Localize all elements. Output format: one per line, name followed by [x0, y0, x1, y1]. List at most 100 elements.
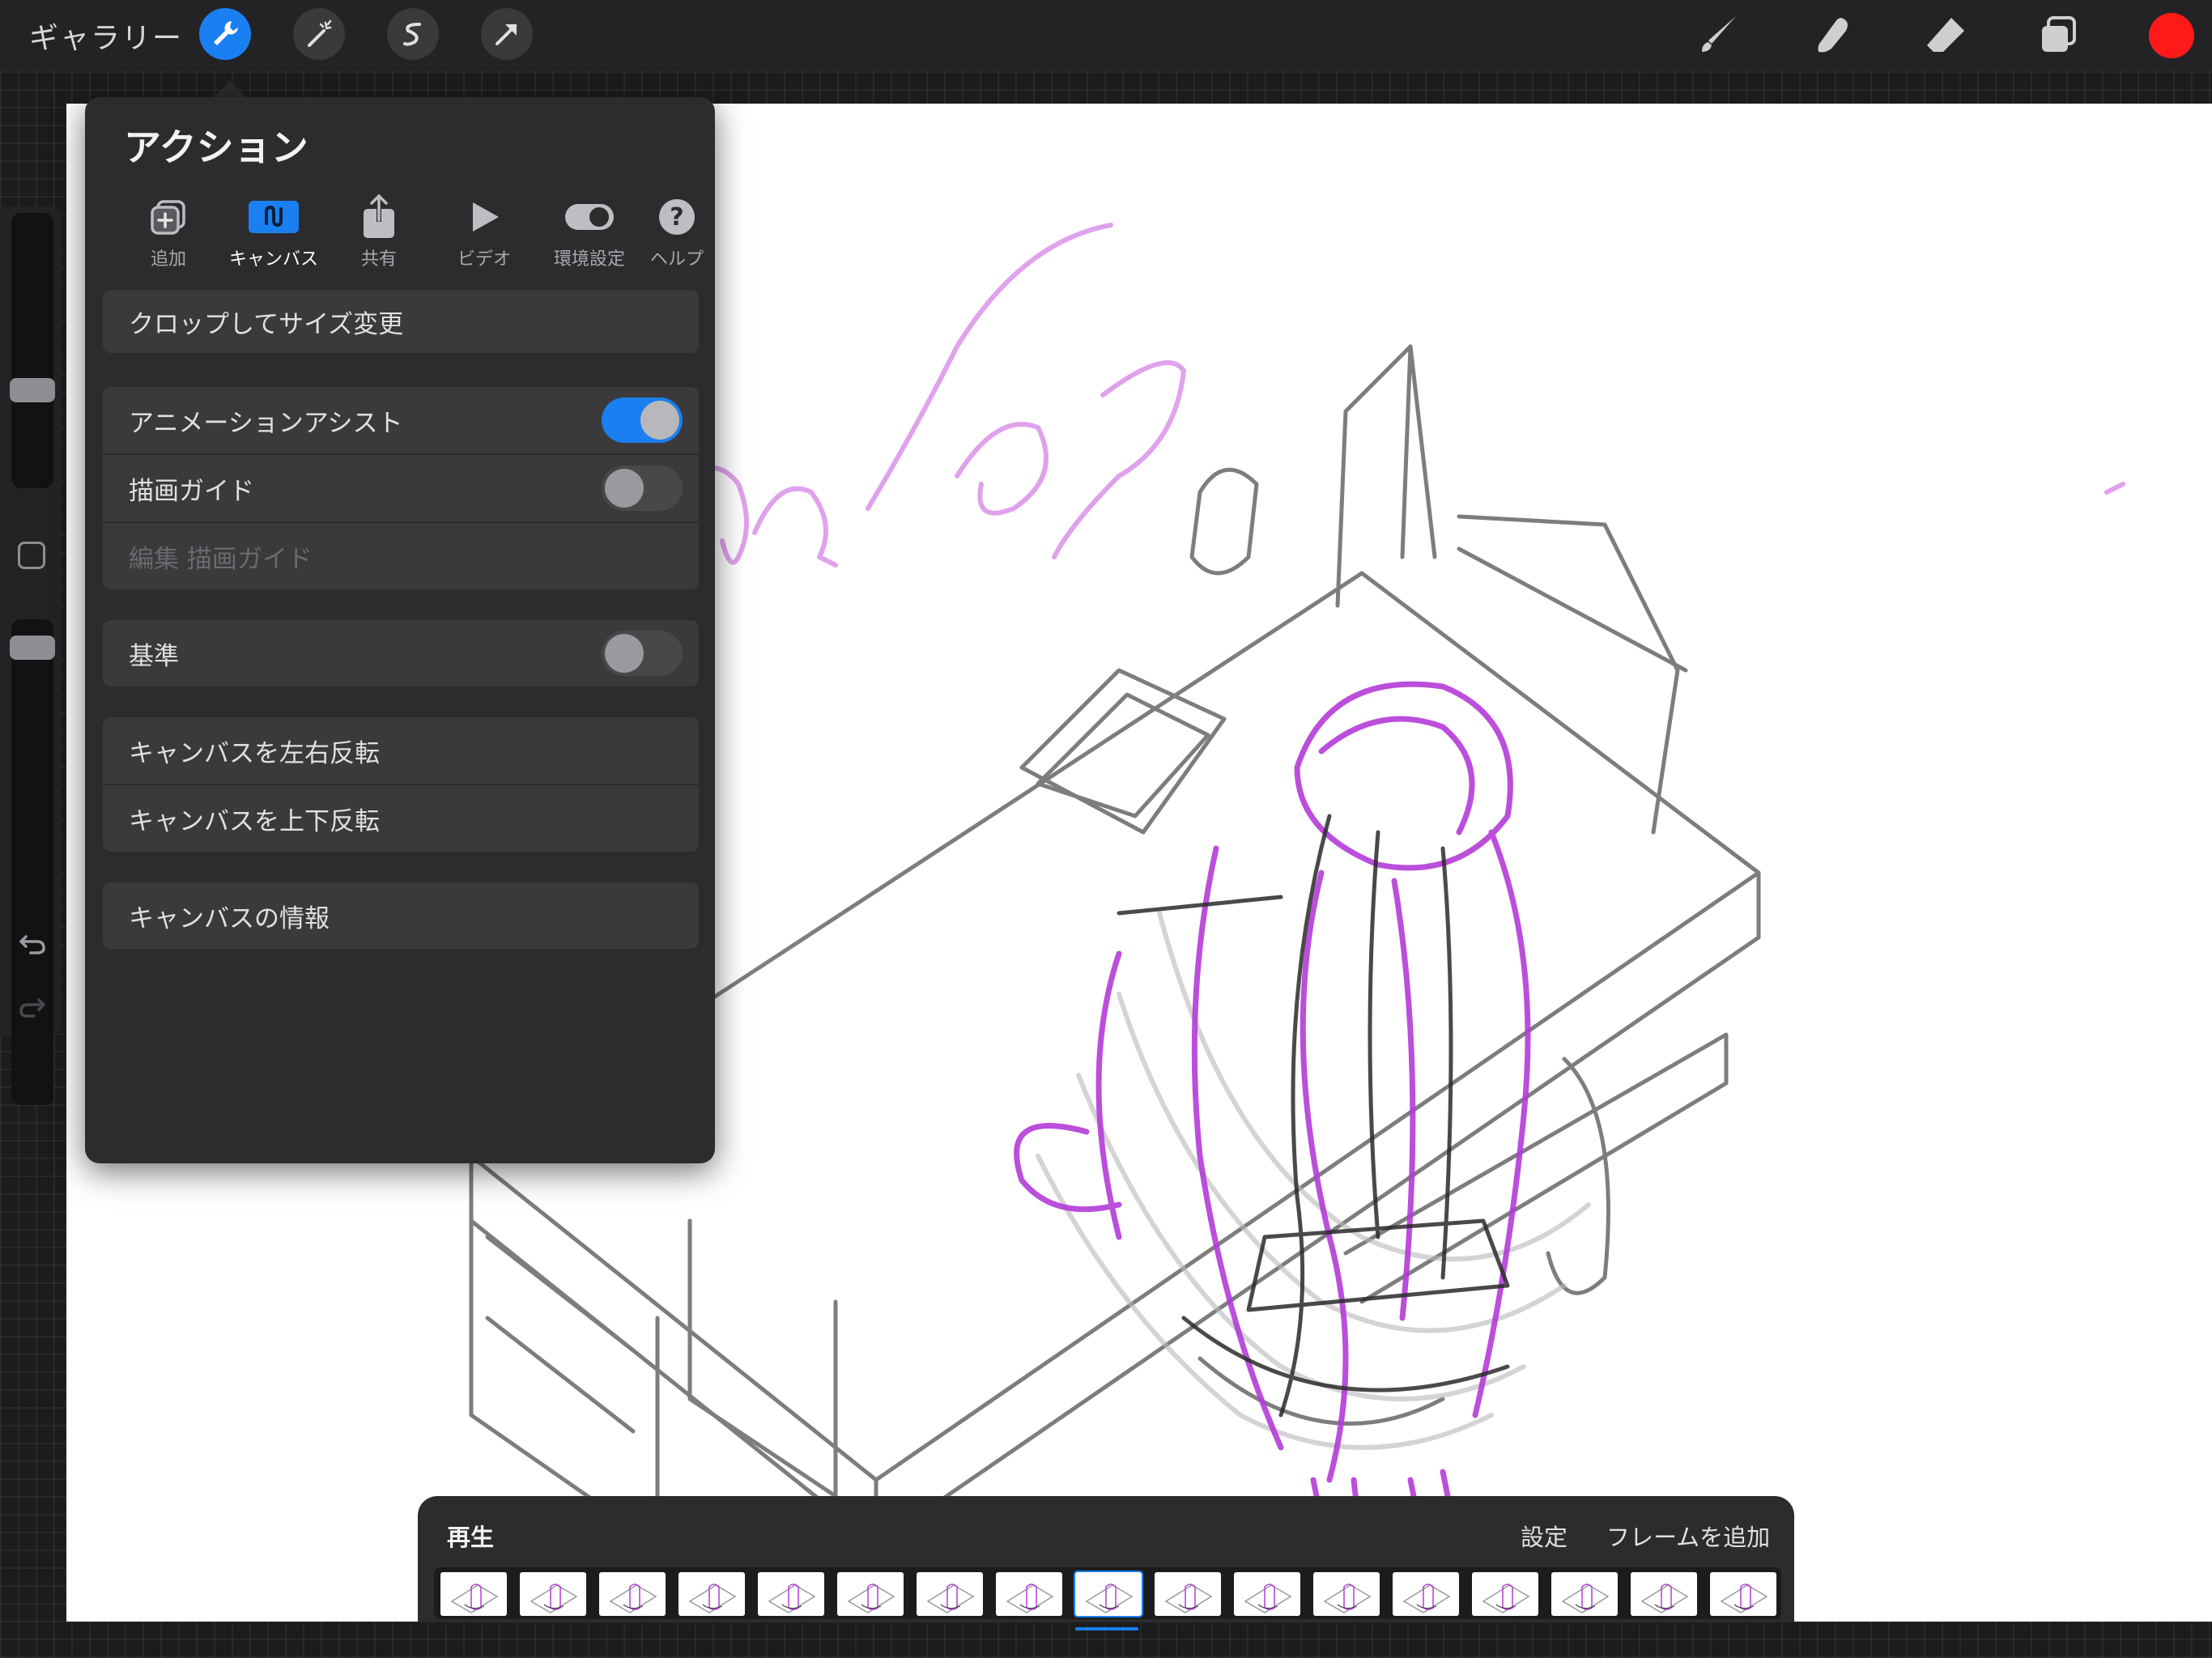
frame-preview	[1164, 1584, 1213, 1613]
undo-icon[interactable]	[16, 927, 49, 959]
tab-canvas[interactable]: キャンバス	[221, 193, 326, 274]
tab-label: ビデオ	[457, 249, 511, 270]
frame-thumbnail[interactable]	[1631, 1572, 1697, 1616]
frame-preview	[1244, 1584, 1292, 1613]
brush-size-thumb[interactable]	[10, 378, 55, 402]
row-label: 描画ガイド	[129, 476, 254, 506]
layers-icon	[2042, 16, 2076, 52]
frame-strip	[434, 1567, 1781, 1619]
frame-thumbnail[interactable]	[1710, 1572, 1776, 1616]
reference-toggle[interactable]	[602, 631, 683, 676]
brush-size-slider[interactable]	[10, 213, 55, 488]
frame-thumbnail[interactable]	[837, 1572, 904, 1616]
tab-video[interactable]: ビデオ	[432, 193, 537, 274]
opacity-slider[interactable]	[10, 619, 55, 1105]
current-frame-indicator	[1075, 1627, 1138, 1630]
play-button[interactable]: 再生	[447, 1519, 494, 1553]
redo-icon[interactable]	[16, 990, 49, 1022]
add-image-icon	[151, 200, 185, 235]
row-label: キャンバスを上下反転	[129, 806, 380, 836]
frame-thumbnail[interactable]	[599, 1572, 666, 1616]
frame-preview	[1323, 1584, 1372, 1613]
frame-thumbnail[interactable]	[1075, 1572, 1142, 1616]
reference-row[interactable]: 基準	[103, 620, 699, 687]
frame-thumbnail[interactable]	[996, 1572, 1062, 1616]
color-picker-button[interactable]	[2149, 13, 2194, 58]
opacity-thumb[interactable]	[10, 636, 55, 660]
frame-preview	[609, 1584, 657, 1613]
frame-preview	[1085, 1584, 1134, 1613]
drawing-guide-toggle[interactable]	[602, 466, 683, 511]
left-sidebar	[0, 206, 62, 1105]
tab-label: キャンバス	[228, 249, 318, 270]
row-label: キャンバスの情報	[129, 903, 330, 933]
play-icon	[473, 202, 499, 232]
canvas-icon	[249, 201, 299, 233]
top-toolbar: ギャラリー	[0, 0, 2212, 71]
frame-preview	[1561, 1584, 1610, 1613]
tab-label: 共有	[360, 249, 397, 270]
frame-preview	[1640, 1584, 1689, 1613]
frame-thumbnail[interactable]	[758, 1572, 824, 1616]
toggle-knob	[605, 469, 644, 508]
frame-preview	[450, 1584, 499, 1613]
eyedropper-modify-button[interactable]	[18, 542, 45, 569]
drawing-guide-row[interactable]: 描画ガイド	[103, 455, 699, 521]
smudge-button[interactable]	[1807, 11, 1856, 60]
frame-thumbnail[interactable]	[520, 1572, 586, 1616]
frame-preview	[847, 1584, 895, 1613]
frame-preview	[926, 1584, 975, 1613]
tab-preferences[interactable]: 環境設定	[537, 193, 642, 274]
selection-icon	[403, 23, 421, 46]
brush-button[interactable]	[1694, 11, 1742, 60]
frame-thumbnail[interactable]	[1155, 1572, 1221, 1616]
frame-preview	[1402, 1584, 1451, 1613]
row-label: 編集 描画ガイド	[129, 544, 313, 574]
frame-preview	[768, 1584, 816, 1613]
actions-button[interactable]	[199, 8, 251, 60]
animation-assist-row[interactable]: アニメーションアシスト	[103, 387, 699, 453]
frame-preview	[1720, 1584, 1768, 1613]
tab-label: 環境設定	[553, 249, 625, 270]
row-label: 基準	[129, 641, 179, 671]
frame-preview	[688, 1584, 737, 1613]
layers-button[interactable]	[2034, 11, 2082, 60]
frame-thumbnail[interactable]	[678, 1572, 745, 1616]
eraser-icon	[1927, 18, 1964, 52]
toggle-knob	[640, 401, 679, 440]
crop-resize-button[interactable]: クロップしてサイズ変更	[103, 290, 699, 353]
gallery-button[interactable]: ギャラリー	[29, 15, 183, 57]
tab-share[interactable]: 共有	[326, 193, 432, 274]
row-label: クロップしてサイズ変更	[129, 309, 404, 339]
transform-button[interactable]	[481, 8, 533, 60]
animation-timeline: 再生 設定 フレームを追加	[418, 1496, 1794, 1622]
canvas-info-button[interactable]: キャンバスの情報	[103, 882, 699, 949]
animation-assist-toggle[interactable]	[602, 397, 683, 443]
tab-label: ヘルプ	[649, 249, 704, 270]
share-icon	[364, 194, 394, 238]
flip-horizontal-button[interactable]: キャンバスを左右反転	[103, 717, 699, 784]
frame-thumbnail[interactable]	[917, 1572, 983, 1616]
frame-preview	[530, 1584, 578, 1613]
frame-thumbnail[interactable]	[1313, 1572, 1380, 1616]
frame-thumbnail[interactable]	[440, 1572, 507, 1616]
row-label: アニメーションアシスト	[129, 408, 403, 438]
frame-preview	[1482, 1584, 1530, 1613]
frame-preview	[1006, 1584, 1054, 1613]
selection-button[interactable]	[387, 8, 439, 60]
panel-title: アクション	[124, 125, 308, 169]
frame-thumbnail[interactable]	[1234, 1572, 1300, 1616]
tab-add[interactable]: 追加	[116, 193, 221, 274]
frame-thumbnail[interactable]	[1551, 1572, 1618, 1616]
timeline-settings-button[interactable]: 設定	[1521, 1519, 1568, 1553]
adjustments-button[interactable]	[293, 8, 345, 60]
flip-vertical-button[interactable]: キャンバスを上下反転	[103, 785, 699, 852]
toggle-icon	[565, 204, 614, 230]
brush-icon	[1702, 16, 1736, 52]
frame-thumbnail[interactable]	[1472, 1572, 1538, 1616]
add-frame-button[interactable]: フレームを追加	[1606, 1519, 1770, 1553]
smudge-icon	[1818, 18, 1848, 53]
eraser-button[interactable]	[1921, 11, 1969, 60]
frame-thumbnail[interactable]	[1393, 1572, 1459, 1616]
tab-help[interactable]: ? ヘルプ	[632, 193, 721, 274]
